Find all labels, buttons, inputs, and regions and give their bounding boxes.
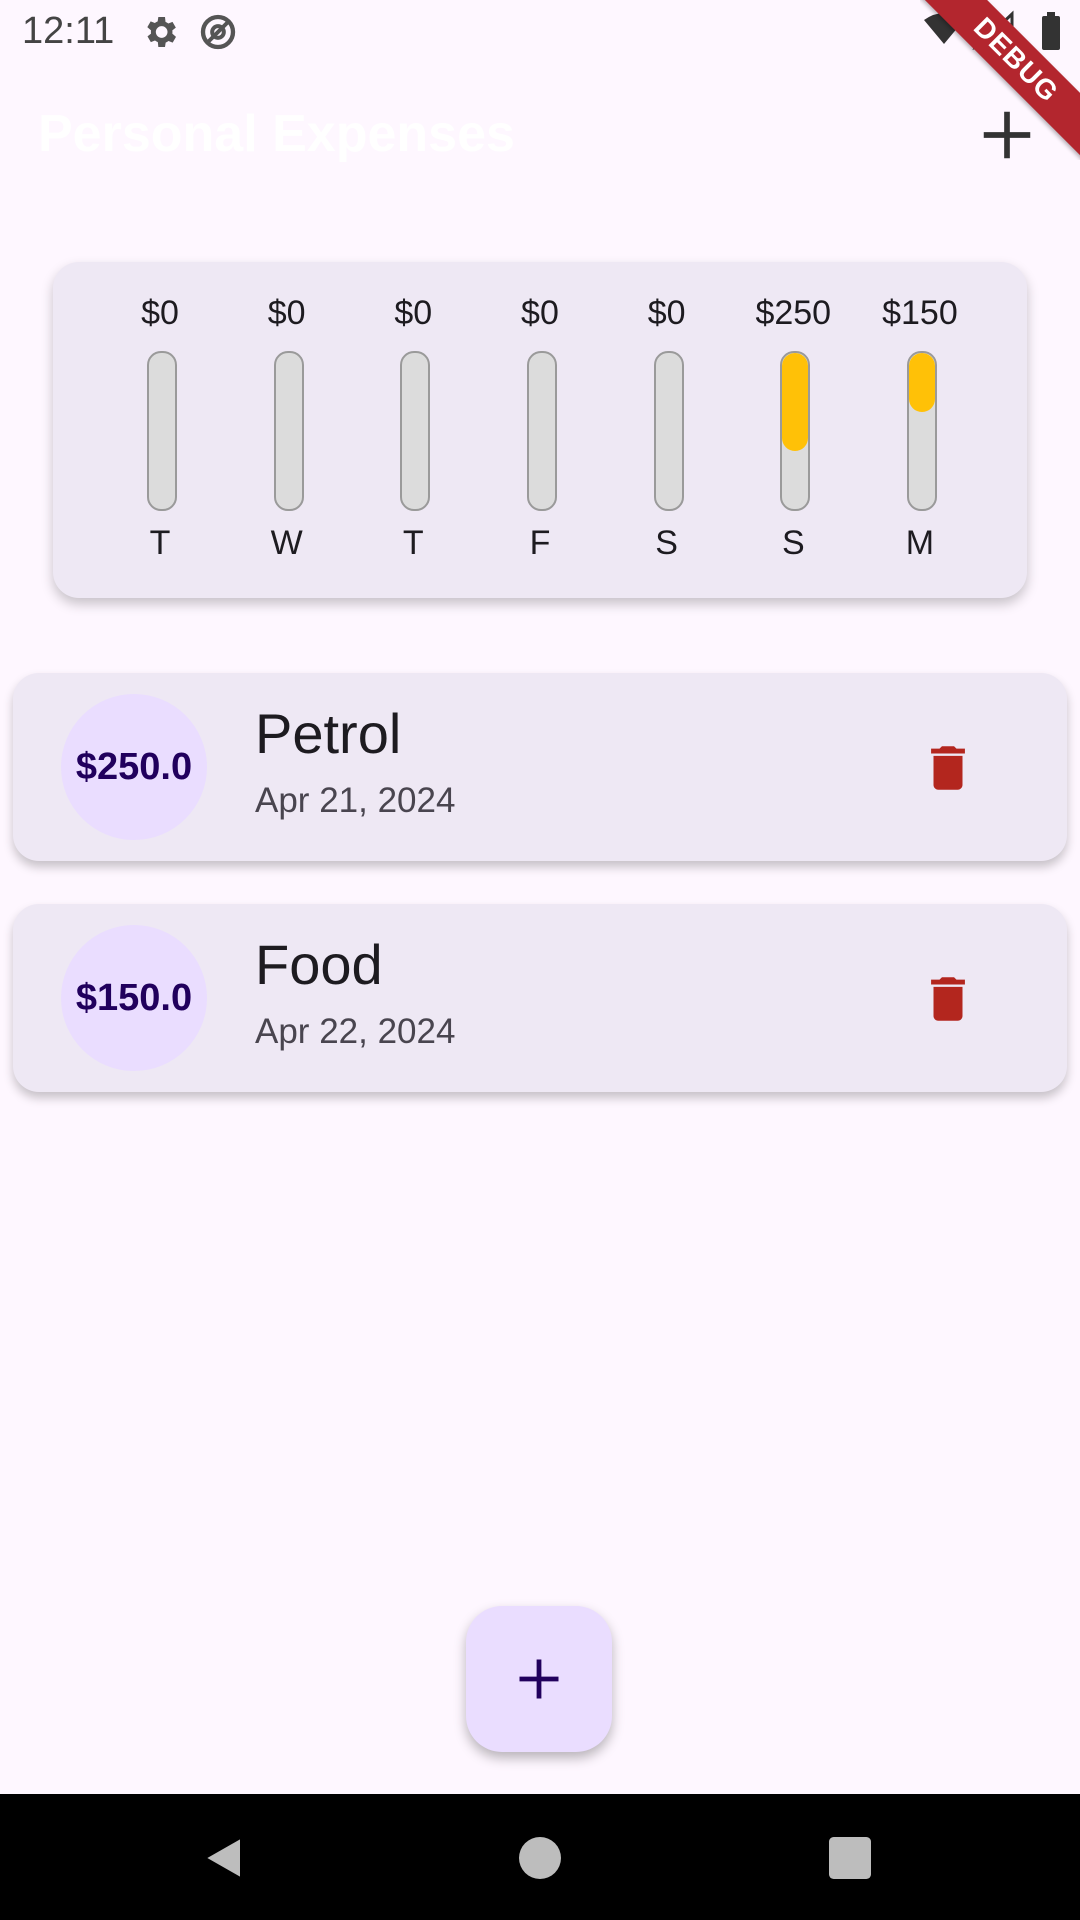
bar-fill	[782, 353, 809, 451]
page-title: Personal Expenses	[38, 105, 515, 163]
bar-day-label: T	[149, 524, 171, 562]
bar-track	[906, 351, 937, 511]
bar-amount-label: $0	[394, 294, 433, 332]
bar-day-label: M	[905, 524, 935, 562]
bar-day-label: W	[270, 524, 303, 562]
bar-track	[526, 351, 557, 511]
add-expense-button[interactable]	[976, 104, 1038, 166]
app-bar: Personal Expenses	[0, 64, 1080, 208]
bar-amount-label: $0	[141, 294, 179, 332]
system-nav-bar	[0, 1794, 1080, 1920]
battery-icon	[1042, 16, 1060, 50]
bar-amount-label: $250	[755, 294, 832, 332]
amount-avatar: $150.0	[61, 925, 207, 1071]
bar-day-label: F	[529, 524, 551, 562]
bar-track	[653, 351, 684, 511]
bar-track	[400, 351, 431, 511]
expense-date: Apr 22, 2024	[255, 1012, 456, 1051]
bar-day-label: T	[402, 524, 424, 562]
bar-day-label: S	[655, 524, 678, 562]
list-item: $250.0 Petrol Apr 21, 2024	[13, 673, 1067, 861]
bar-track	[780, 351, 811, 511]
chart-bar-5: $250 S	[738, 262, 848, 598]
weekly-chart-card: $0 T $0 W $0 T $0 F $0 S $250 S $150 M	[53, 262, 1027, 598]
signal-icon	[972, 10, 1014, 50]
plus-icon	[519, 1659, 559, 1699]
bar-track	[273, 351, 304, 511]
bar-track	[147, 351, 177, 511]
chart-bar-2: $0 T	[358, 262, 468, 598]
delete-button[interactable]	[919, 970, 977, 1028]
bar-amount-label: $0	[647, 294, 686, 332]
bar-amount-label: $150	[882, 294, 958, 332]
chart-bar-4: $0 S	[612, 262, 722, 598]
amount-avatar: $250.0	[61, 694, 207, 840]
delete-button[interactable]	[919, 739, 977, 797]
home-icon[interactable]	[512, 1830, 568, 1886]
chart-bar-3: $0 F	[485, 262, 595, 598]
bar-fill	[908, 353, 935, 412]
add-fab-button[interactable]	[466, 1606, 612, 1752]
vpn-icon	[200, 14, 236, 50]
bar-day-label: S	[781, 524, 805, 562]
expense-title: Food	[255, 933, 383, 996]
bar-amount-label: $0	[267, 294, 306, 332]
expense-date: Apr 21, 2024	[255, 781, 456, 820]
bar-amount-label: $0	[521, 294, 559, 332]
chart-bar-6: $150 M	[865, 262, 975, 598]
settings-icon	[147, 17, 176, 47]
status-right-icons	[924, 10, 1060, 50]
chart-bar-0: $0 T	[105, 262, 215, 598]
chart-bar-1: $0 W	[232, 262, 342, 598]
list-item: $150.0 Food Apr 22, 2024	[13, 904, 1067, 1092]
wifi-icon	[924, 13, 964, 44]
weekly-chart: $0 T $0 W $0 T $0 F $0 S $250 S $150 M	[105, 262, 975, 598]
recents-icon[interactable]	[822, 1830, 878, 1886]
back-icon[interactable]	[198, 1830, 254, 1886]
status-time: 12:11	[22, 10, 115, 52]
status-bar: 12:11	[0, 0, 1080, 64]
expense-title: Petrol	[255, 702, 402, 765]
